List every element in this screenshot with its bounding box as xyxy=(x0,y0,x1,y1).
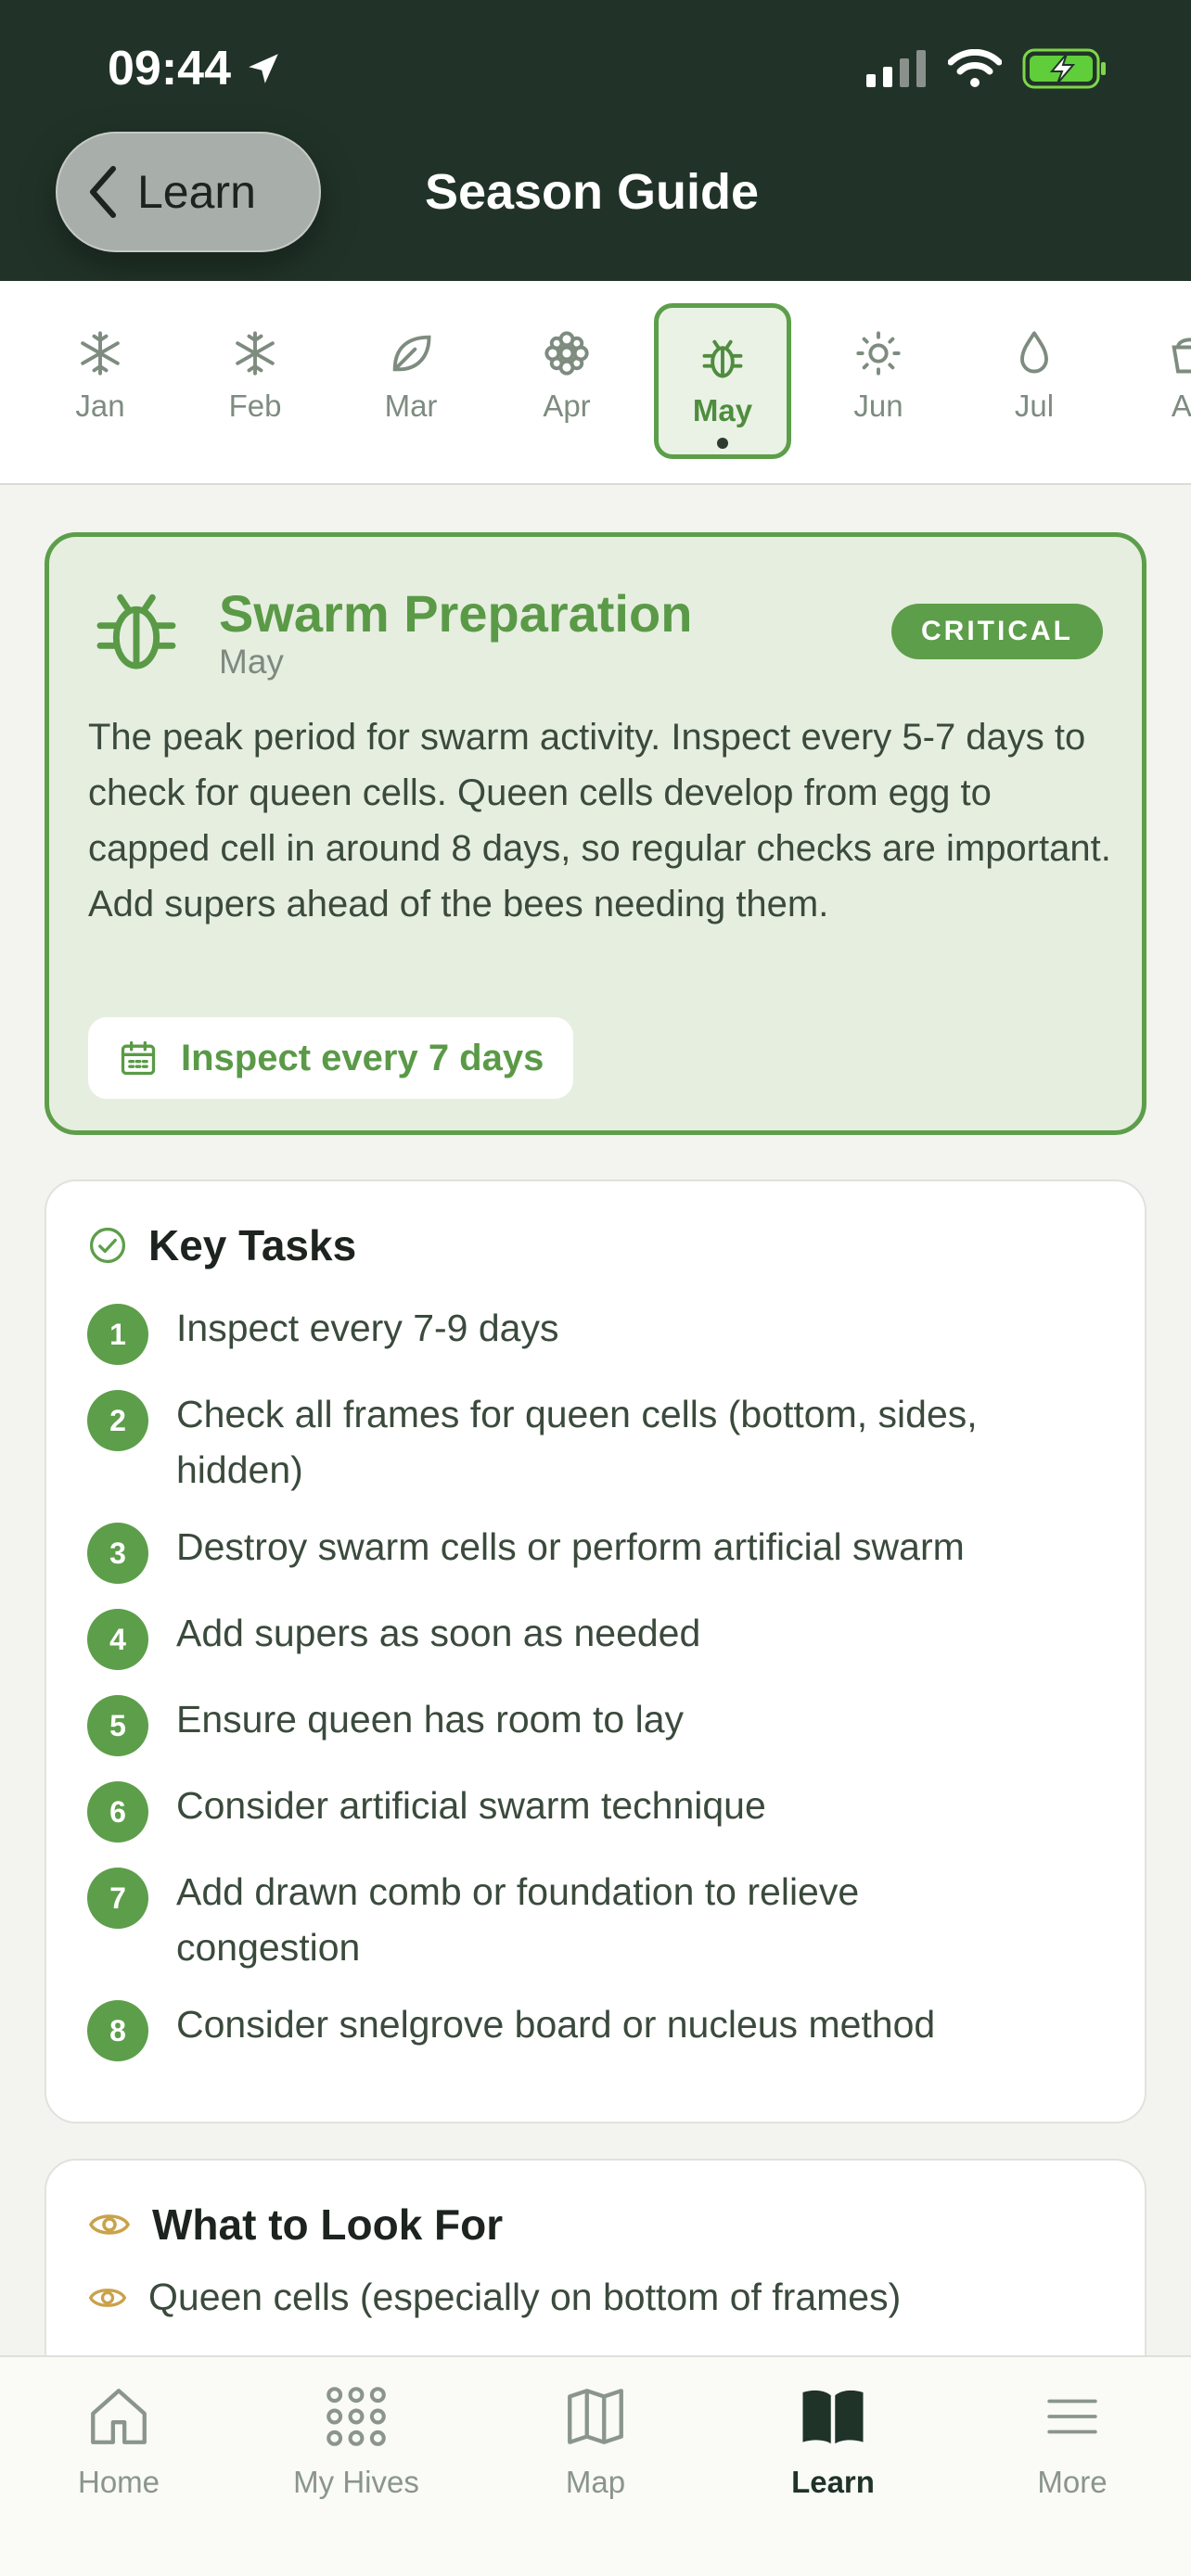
month-tab-jan[interactable]: Jan xyxy=(32,303,169,459)
list-item: 2 Check all frames for queen cells (bott… xyxy=(87,1390,1067,1498)
eye-icon xyxy=(88,2288,127,2307)
list-item: 5 Ensure queen has room to lay xyxy=(87,1695,1104,1756)
bucket-icon xyxy=(1172,338,1191,374)
month-tab-jun[interactable]: Jun xyxy=(810,303,947,459)
step-number: 6 xyxy=(87,1781,148,1843)
wifi-icon xyxy=(948,49,1002,87)
season-highlight-card: Swarm Preparation May CRITICAL The peak … xyxy=(45,532,1146,1135)
step-number: 5 xyxy=(87,1695,148,1756)
grid-dots-icon xyxy=(327,2387,386,2446)
page-title: Season Guide xyxy=(424,164,760,220)
list-item: 6 Consider artificial swarm technique xyxy=(87,1781,1104,1843)
key-tasks-header: Key Tasks xyxy=(87,1220,356,1270)
map-icon xyxy=(568,2389,623,2444)
tab-my-hives[interactable]: My Hives xyxy=(237,2376,475,2500)
month-selector[interactable]: Jan Feb Mar Apr May Jun Jul Au xyxy=(0,281,1191,485)
step-number: 7 xyxy=(87,1868,148,1929)
list-item: 7 Add drawn comb or foundation to reliev… xyxy=(87,1868,974,1975)
season-month: May xyxy=(219,643,284,681)
priority-badge: CRITICAL xyxy=(891,604,1103,659)
menu-icon xyxy=(1047,2399,1097,2434)
cellular-signal-icon xyxy=(866,50,926,87)
list-item: 8 Consider snelgrove board or nucleus me… xyxy=(87,2000,1104,2061)
key-tasks-card: Key Tasks 1 Inspect every 7-9 days 2 Che… xyxy=(45,1180,1146,2123)
bug-icon xyxy=(96,593,176,670)
location-arrow-icon xyxy=(249,54,278,83)
month-tab-mar[interactable]: Mar xyxy=(342,303,480,459)
nav-header: 09:44 Learn Season Guide xyxy=(0,0,1191,281)
tab-home[interactable]: Home xyxy=(0,2376,237,2500)
sun-icon xyxy=(856,331,901,376)
card-title: What to Look For xyxy=(152,2200,504,2249)
season-description: The peak period for swarm activity. Insp… xyxy=(88,717,1111,925)
eye-icon xyxy=(88,2214,131,2235)
list-item: Queen cells (especially on bottom of fra… xyxy=(87,2276,901,2319)
tab-map[interactable]: Map xyxy=(477,2376,714,2500)
bug-icon xyxy=(702,339,743,378)
inspection-frequency-chip: Inspect every 7 days xyxy=(88,1017,574,1099)
tab-more[interactable]: More xyxy=(954,2376,1191,2500)
battery-charging-icon xyxy=(1022,48,1106,89)
flower-icon xyxy=(544,331,589,376)
calendar-icon xyxy=(121,1040,156,1076)
check-circle-icon xyxy=(89,1227,126,1264)
step-number: 4 xyxy=(87,1609,148,1670)
step-number: 2 xyxy=(87,1390,148,1451)
month-tab-may[interactable]: May xyxy=(654,303,791,459)
droplet-icon xyxy=(1020,331,1048,374)
month-tab-apr[interactable]: Apr xyxy=(498,303,635,459)
selected-indicator-dot xyxy=(717,438,728,449)
snowflake-icon xyxy=(81,331,120,376)
list-item: 1 Inspect every 7-9 days xyxy=(87,1304,1104,1365)
book-icon xyxy=(802,2390,864,2444)
step-number: 3 xyxy=(87,1523,148,1584)
status-bar-icons xyxy=(866,48,1108,89)
status-bar-time: 09:44 xyxy=(108,41,283,96)
month-tab-feb[interactable]: Feb xyxy=(186,303,324,459)
tab-bar: Home My Hives Map Learn More xyxy=(0,2355,1191,2576)
month-tab-aug[interactable]: Au xyxy=(1121,303,1191,459)
look-for-header: What to Look For xyxy=(87,2200,503,2250)
snowflake-icon xyxy=(236,331,275,376)
list-item: 3 Destroy swarm cells or perform artific… xyxy=(87,1523,1104,1584)
card-title: Key Tasks xyxy=(148,1221,357,1269)
leaf-icon xyxy=(392,335,431,372)
list-item: 4 Add supers as soon as needed xyxy=(87,1609,1104,1670)
step-number: 1 xyxy=(87,1304,148,1365)
home-icon xyxy=(91,2389,147,2444)
step-number: 8 xyxy=(87,2000,148,2061)
month-tab-jul[interactable]: Jul xyxy=(966,303,1103,459)
season-title: Swarm Preparation xyxy=(219,584,693,643)
tab-learn[interactable]: Learn xyxy=(714,2376,952,2500)
